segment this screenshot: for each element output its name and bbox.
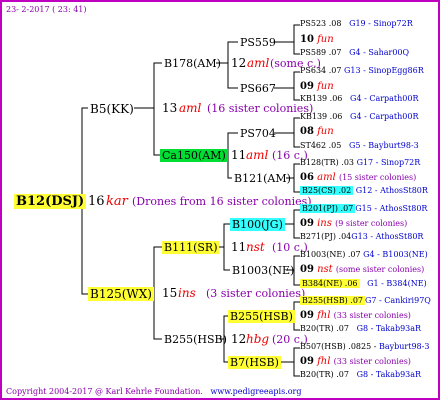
gen4-row[interactable]: B271(PJ) .04G13 - AthosSt80R [300, 233, 423, 241]
root-note: (Drones from 16 sister colonies) [132, 195, 312, 208]
gen4-row: 06 aml (15 sister colonies) [300, 172, 417, 183]
gen4-row[interactable]: B128(TR) .03 G17 - Sinop72R [300, 159, 420, 167]
branch-line [74, 107, 88, 202]
gen4-row[interactable]: B201(PJ) .07 G15 - AthosSt80R [300, 204, 427, 213]
gen1-bottom[interactable]: B125(WX) [88, 287, 154, 301]
gen4-row: 09 fhl (33 sister colonies) [300, 310, 411, 321]
gen2-d-year: 12 [231, 332, 247, 346]
gen4-row: 09 ins (9 sister colonies) [300, 218, 408, 229]
gen2-d[interactable]: B255(HSB) [162, 333, 229, 346]
gen4-row[interactable]: B20(TR) .07 G8 - Takab93aR [300, 371, 421, 379]
gen2-c-name: nst [246, 240, 265, 254]
gen1-bottom-note: (3 sister colonies) [206, 287, 306, 300]
root-name: kar [106, 194, 128, 209]
footer-copyright: Copyright 2004-2017 @ Karl Kehrle Founda… [6, 387, 203, 396]
gen3-b[interactable]: PS667 [238, 82, 278, 95]
gen1-bottom-name: ins [178, 286, 196, 300]
gen2-d-name: hbg [246, 332, 270, 346]
gen2-a-year: 12 [231, 56, 247, 70]
gen3-e[interactable]: B100(JG) [230, 218, 285, 231]
gen4-row: 09 fun [300, 81, 334, 92]
gen4-row: 09 nst (some sister colonies) [300, 264, 425, 275]
root-year: 16 [88, 194, 105, 209]
gen1-top-year: 13 [162, 101, 178, 115]
gen2-a-name: aml [247, 56, 270, 70]
gen2-b-name: aml [246, 148, 269, 162]
gen1-top-note: (16 sister colonies) [207, 102, 314, 115]
branch-line [81, 201, 88, 295]
branch-line [153, 294, 162, 340]
gen4-row[interactable]: KB139 .06 G4 - Carpath00R [300, 95, 419, 103]
gen4-row: 08 fun [300, 126, 334, 137]
gen1-bottom-year: 15 [162, 286, 178, 300]
branch-line [153, 108, 160, 156]
gen4-row[interactable]: B25(CS) .02 G12 - AthosSt80R [300, 186, 428, 195]
gen4-row[interactable]: B1003(NE) .07 G4 - B1003(NE) [300, 251, 428, 259]
gen3-g[interactable]: B255(HSB) [228, 310, 295, 323]
gen4-row[interactable]: ST462 .05 G5 - Bayburt98-3 [300, 142, 419, 150]
gen4-row[interactable]: PS523 .08 G19 - Sinop72R [300, 20, 413, 28]
gen4-row[interactable]: PS634 .07 G13 - SinopEgg86R [300, 67, 424, 75]
gen4-row[interactable]: PS589 .07 G4 - Sahar00Q [300, 49, 409, 57]
gen2-a[interactable]: B178(AM) [162, 57, 223, 70]
gen4-row[interactable]: B255(HSB) .07 G7 - Cankiri97Q [300, 296, 431, 305]
branch-line [134, 62, 162, 109]
gen2-b-year: 11 [231, 148, 247, 162]
gen3-d[interactable]: B121(AM) [232, 172, 293, 185]
gen3-h[interactable]: B7(HSB) [228, 356, 281, 369]
branch-line [278, 347, 300, 363]
gen1-top[interactable]: B5(KK) [88, 102, 136, 116]
gen4-row[interactable]: B507(HSB) .0825 - Bayburt98-3 [300, 343, 429, 351]
gen4-row[interactable]: B384(NE) .06 G1 - B384(NE) [300, 279, 427, 288]
gen2-c[interactable]: B111(SR) [162, 241, 220, 254]
gen4-row[interactable]: KB139 .06 G4 - Carpath00R [300, 113, 419, 121]
pedigree-frame: 23- 2-2017 ( 23: 41) B12(DSJ) 16 kar (Dr… [0, 0, 440, 400]
gen4-row: 09 fhl (33 sister colonies) [300, 356, 411, 367]
gen1-top-name: aml [179, 101, 202, 115]
gen4-row[interactable]: B20(TR) .07 G8 - Takab93aR [300, 325, 421, 333]
gen3-a[interactable]: PS559 [238, 36, 278, 49]
gen3-c[interactable]: PS704 [238, 127, 278, 140]
gen4-row: 10 fun [300, 34, 334, 45]
footer-site-link[interactable]: www.pedigreeapis.org [211, 387, 302, 396]
gen3-f[interactable]: B1003(NE) [230, 264, 296, 277]
gen2-c-year: 11 [231, 240, 247, 254]
gen2-b[interactable]: Ca150(AM) [160, 149, 228, 162]
root-queen[interactable]: B12(DSJ) [14, 194, 87, 209]
footer: Copyright 2004-2017 @ Karl Kehrle Founda… [6, 388, 301, 396]
